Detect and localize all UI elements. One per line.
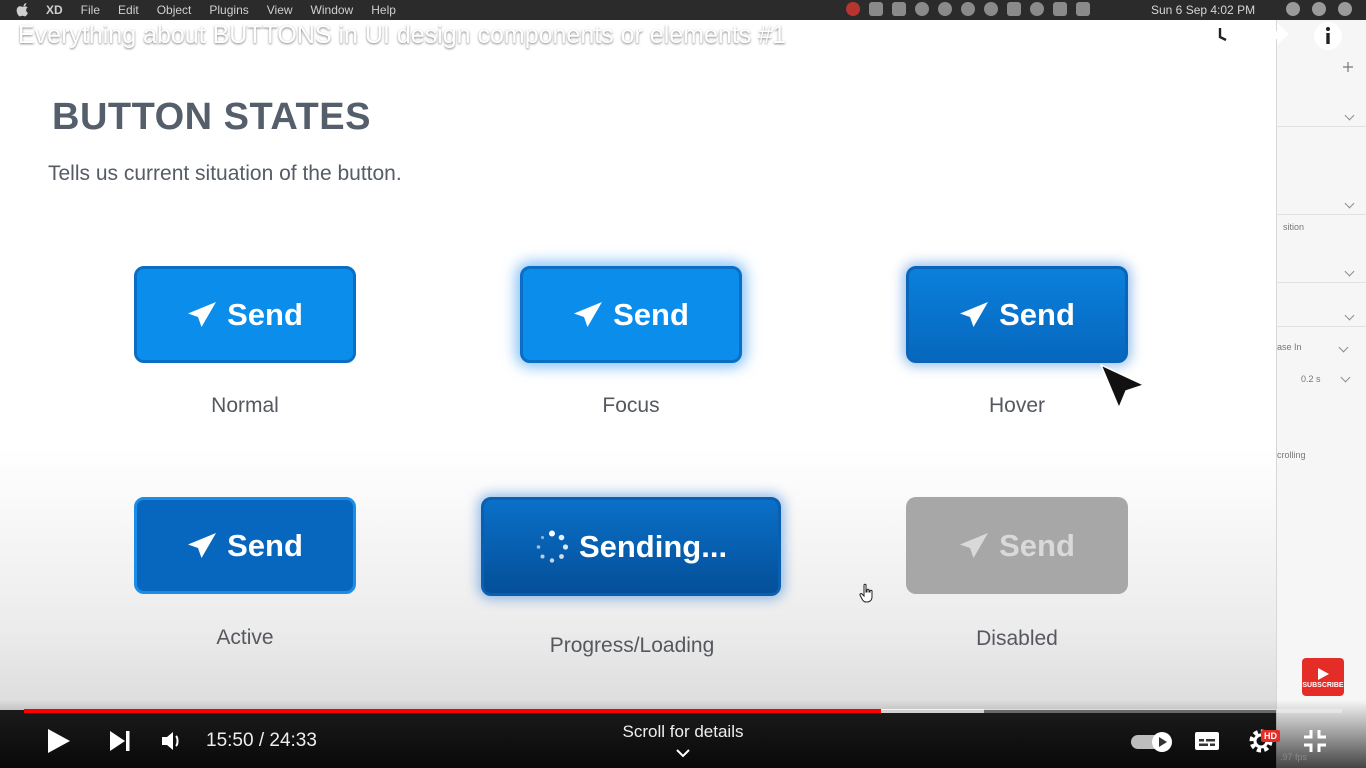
panel-label-easing[interactable]: ase In	[1277, 342, 1302, 352]
exit-fullscreen-icon[interactable]	[1303, 729, 1327, 753]
send-button-hover[interactable]: Send	[906, 266, 1128, 363]
hand-cursor-icon	[859, 583, 873, 603]
send-button-label: Send	[613, 296, 689, 332]
send-button-normal[interactable]: Send	[134, 266, 356, 363]
watch-later-icon[interactable]	[1204, 20, 1236, 52]
captions-icon[interactable]	[1194, 730, 1220, 752]
caption-active: Active	[216, 626, 274, 649]
menu-app-xd[interactable]: XD	[46, 3, 63, 17]
tray-time-icon[interactable]	[961, 2, 975, 16]
youtube-play-icon	[1318, 667, 1329, 680]
autoplay-toggle[interactable]	[1130, 731, 1176, 753]
top-right-video-controls	[1204, 20, 1344, 52]
paper-plane-icon	[960, 301, 989, 327]
send-button-focus[interactable]: Send	[520, 266, 742, 363]
slide-title: BUTTON STATES	[52, 96, 371, 138]
tray-app-icon[interactable]	[846, 2, 860, 16]
tray-volume-icon[interactable]	[1076, 2, 1090, 16]
panel-label-position: sition	[1283, 222, 1305, 232]
mac-menubar: XD File Edit Object Plugins View Window …	[0, 0, 1366, 20]
send-button-label: Send	[227, 296, 303, 332]
paper-plane-icon	[960, 532, 989, 558]
panel-dropdown[interactable]	[1277, 264, 1366, 283]
menu-view[interactable]: View	[267, 3, 293, 17]
xd-property-panel: sition ase In 0.2 s crolling	[1276, 20, 1366, 768]
menu-help[interactable]: Help	[371, 3, 396, 17]
arrow-cursor-icon	[1100, 364, 1145, 409]
time-display: 15:50 / 24:33	[206, 730, 317, 751]
panel-dropdown[interactable]	[1277, 308, 1366, 327]
menu-object[interactable]: Object	[157, 3, 192, 17]
caption-normal: Normal	[211, 394, 279, 417]
sending-button-label: Sending...	[578, 528, 728, 564]
spotlight-icon[interactable]	[1286, 2, 1300, 16]
tray-sync-icon[interactable]	[938, 2, 952, 16]
spinner-icon	[536, 530, 569, 563]
fps-readout: .97 fps	[1280, 752, 1308, 762]
tray-dropbox-icon[interactable]	[892, 2, 906, 16]
paper-plane-icon	[574, 301, 603, 327]
video-title[interactable]: Everything about BUTTONS in UI design co…	[18, 21, 786, 50]
caption-disabled: Disabled	[976, 627, 1058, 650]
siri-icon[interactable]	[1312, 2, 1326, 16]
tray-cloud-icon[interactable]	[915, 2, 929, 16]
notification-center-icon[interactable]	[1338, 2, 1352, 16]
slide-canvas: BUTTON STATES Tells us current situation…	[0, 20, 1276, 710]
send-button-disabled: Send	[906, 497, 1128, 594]
send-button-label: Send	[227, 527, 303, 563]
send-button-label: Send	[999, 527, 1075, 563]
tray-bitcoin-icon[interactable]	[984, 2, 998, 16]
hd-badge: HD	[1261, 730, 1280, 742]
tray-cone-icon[interactable]	[869, 2, 883, 16]
menubar-clock[interactable]: Sun 6 Sep 4:02 PM	[1151, 3, 1255, 17]
scroll-for-details[interactable]: Scroll for details	[583, 722, 783, 742]
paper-plane-icon	[188, 532, 217, 558]
panel-dropdown[interactable]	[1277, 108, 1366, 127]
apple-icon[interactable]	[16, 3, 30, 17]
plus-icon[interactable]	[1343, 62, 1353, 72]
panel-label-scrolling: crolling	[1277, 450, 1306, 460]
menubar-right-icons	[1286, 2, 1352, 16]
caption-progress-loading: Progress/Loading	[549, 634, 715, 657]
send-button-label: Send	[999, 296, 1075, 332]
tray-bluetooth-icon[interactable]	[1007, 2, 1021, 16]
tray-wifi-icon[interactable]	[1030, 2, 1044, 16]
slide-subtitle: Tells us current situation of the button…	[48, 162, 402, 185]
send-button-loading[interactable]: Sending...	[481, 497, 781, 596]
menu-window[interactable]: Window	[311, 3, 354, 17]
tray-eject-icon[interactable]	[1053, 2, 1067, 16]
panel-label-duration[interactable]: 0.2 s	[1301, 374, 1321, 384]
play-icon[interactable]	[46, 727, 72, 755]
info-icon[interactable]	[1312, 20, 1344, 52]
paper-plane-icon	[188, 301, 217, 327]
next-video-icon[interactable]	[108, 729, 132, 753]
volume-icon[interactable]	[160, 729, 184, 753]
share-icon[interactable]	[1258, 21, 1290, 51]
menu-edit[interactable]: Edit	[118, 3, 139, 17]
menu-file[interactable]: File	[81, 3, 100, 17]
progress-played	[24, 709, 882, 713]
send-button-active[interactable]: Send	[134, 497, 356, 594]
subscribe-button[interactable]: SUBSCRIBE	[1302, 658, 1344, 696]
panel-dropdown[interactable]	[1277, 196, 1366, 215]
caption-focus: Focus	[602, 394, 660, 417]
menu-plugins[interactable]: Plugins	[209, 3, 248, 17]
subscribe-label: SUBSCRIBE	[1302, 681, 1344, 689]
menubar-tray	[846, 2, 1090, 16]
chevron-down-icon[interactable]	[676, 748, 690, 758]
